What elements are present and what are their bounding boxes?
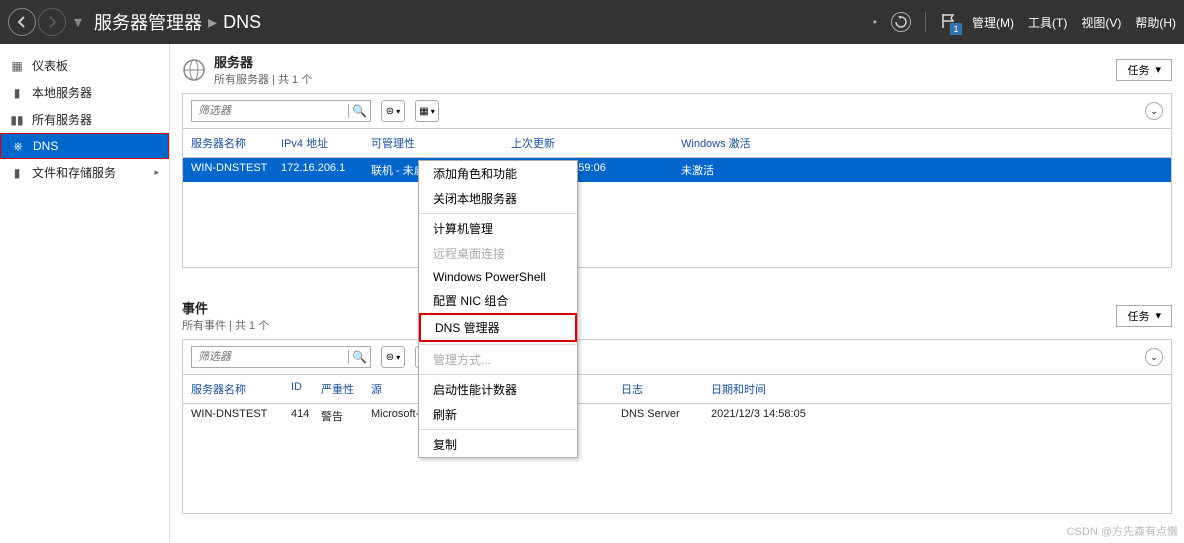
events-grid-body: WIN-DNSTEST 414 警告 Microsoft-Windows-DNS…: [182, 404, 1172, 514]
ctx-remote-desktop: 远程桌面连接: [419, 241, 577, 266]
chevron-right-icon: ▸: [154, 167, 159, 178]
sidebar-item-dashboard[interactable]: ▦ 仪表板: [0, 52, 169, 79]
cell-ev-sev: 警告: [317, 408, 367, 424]
breadcrumb-app: 服务器管理器: [94, 9, 202, 35]
sidebar-item-label: 本地服务器: [32, 84, 92, 101]
sidebar-item-label: 所有服务器: [32, 111, 92, 128]
search-icon[interactable]: 🔍: [348, 350, 370, 364]
nav-back-button[interactable]: [8, 8, 36, 36]
watermark: CSDN @方先森有点懒: [1067, 523, 1178, 539]
cell-ev-dt: 2021/12/3 14:58:05: [707, 408, 857, 424]
ctx-refresh[interactable]: 刷新: [419, 402, 577, 427]
ctx-computer-mgmt[interactable]: 计算机管理: [419, 216, 577, 241]
sidebar-item-label: 文件和存储服务: [32, 164, 116, 181]
breadcrumb: 服务器管理器 ▸ DNS: [94, 9, 261, 35]
events-subtitle: 所有事件 | 共 1 个: [182, 317, 269, 333]
col-ev-dt[interactable]: 日期和时间: [707, 381, 857, 397]
col-ev-name[interactable]: 服务器名称: [187, 381, 287, 397]
breadcrumb-sep-icon: ▸: [208, 12, 217, 33]
ctx-separator: [419, 374, 577, 375]
dns-icon: ⎈: [11, 139, 25, 153]
cell-act: 未激活: [677, 162, 797, 178]
events-filter-bar: 🔍 ⊜▾ ▦▾ ⌄: [182, 339, 1172, 375]
ctx-dns-manager[interactable]: DNS 管理器: [419, 313, 577, 342]
dash-icon: •: [873, 15, 877, 29]
server-icon: ▮: [10, 86, 24, 100]
col-ev-id[interactable]: ID: [287, 381, 317, 397]
breadcrumb-page: DNS: [223, 12, 261, 33]
ctx-shutdown-local[interactable]: 关闭本地服务器: [419, 186, 577, 211]
collapse-panel-button[interactable]: ⌄: [1145, 348, 1163, 366]
ctx-add-roles[interactable]: 添加角色和功能: [419, 161, 577, 186]
servers-icon: ▮▮: [10, 113, 24, 127]
servers-grid-header: 服务器名称 IPv4 地址 可管理性 上次更新 Windows 激活: [182, 129, 1172, 158]
ctx-start-perf-counters[interactable]: 启动性能计数器: [419, 377, 577, 402]
ctx-nic-teaming[interactable]: 配置 NIC 组合: [419, 288, 577, 313]
ctx-powershell[interactable]: Windows PowerShell: [419, 266, 577, 288]
nav-dropdown-icon[interactable]: ▾: [74, 12, 82, 32]
filter-options-button-1[interactable]: ⊜▾: [381, 100, 405, 122]
filter-options-button-2[interactable]: ▦▾: [415, 100, 439, 122]
servers-tasks-dropdown[interactable]: 任务▾: [1116, 59, 1172, 81]
events-panel-header: 事件 所有事件 | 共 1 个 任务▾: [182, 298, 1172, 333]
cell-name: WIN-DNSTEST: [187, 162, 277, 178]
col-last-update[interactable]: 上次更新: [507, 135, 677, 151]
events-tasks-dropdown[interactable]: 任务▾: [1116, 305, 1172, 327]
menu-manage[interactable]: 管理(M): [972, 14, 1014, 31]
col-manageability[interactable]: 可管理性: [367, 135, 507, 151]
col-ev-log[interactable]: 日志: [617, 381, 707, 397]
servers-subtitle: 所有服务器 | 共 1 个: [214, 71, 312, 87]
chevron-down-icon: ▾: [1155, 63, 1161, 76]
menu-view[interactable]: 视图(V): [1081, 14, 1121, 31]
col-ip[interactable]: IPv4 地址: [277, 135, 367, 151]
servers-filter-input[interactable]: [192, 105, 348, 117]
main-content: 服务器 所有服务器 | 共 1 个 任务▾ 🔍 ⊜▾ ▦▾ ⌄ 服务器名称 IP…: [170, 44, 1184, 543]
col-ev-sev[interactable]: 严重性: [317, 381, 367, 397]
sidebar-item-label: 仪表板: [32, 57, 68, 74]
cell-ip: 172.16.206.1: [277, 162, 367, 178]
refresh-button[interactable]: [891, 12, 911, 32]
cell-ev-log: DNS Server: [617, 408, 707, 424]
dashboard-icon: ▦: [10, 59, 24, 73]
events-title: 事件: [182, 298, 269, 317]
events-filter-input[interactable]: [192, 351, 348, 363]
event-row[interactable]: WIN-DNSTEST 414 警告 Microsoft-Windows-DNS…: [183, 404, 1171, 428]
storage-icon: ▮: [10, 166, 24, 180]
cell-ev-name: WIN-DNSTEST: [187, 408, 287, 424]
search-icon[interactable]: 🔍: [348, 104, 370, 118]
server-row[interactable]: WIN-DNSTEST 172.16.206.1 联机 - 未启动性能计数器 2…: [183, 158, 1171, 182]
sidebar-item-dns[interactable]: ⎈ DNS: [0, 133, 169, 159]
context-menu: 添加角色和功能 关闭本地服务器 计算机管理 远程桌面连接 Windows Pow…: [418, 160, 578, 458]
sidebar-item-label: DNS: [33, 139, 58, 153]
sidebar: ▦ 仪表板 ▮ 本地服务器 ▮▮ 所有服务器 ⎈ DNS ▮ 文件和存储服务 ▸: [0, 44, 170, 543]
notifications-flag-icon[interactable]: [940, 13, 958, 31]
titlebar: ▾ 服务器管理器 ▸ DNS • 管理(M) 工具(T) 视图(V) 帮助(H): [0, 0, 1184, 44]
globe-icon: [182, 58, 206, 82]
servers-grid-body: WIN-DNSTEST 172.16.206.1 联机 - 未启动性能计数器 2…: [182, 158, 1172, 268]
ctx-separator: [419, 344, 577, 345]
ctx-separator: [419, 429, 577, 430]
servers-filter-bar: 🔍 ⊜▾ ▦▾ ⌄: [182, 93, 1172, 129]
events-grid-header: 服务器名称 ID 严重性 源 日志 日期和时间: [182, 375, 1172, 404]
servers-filter-box: 🔍: [191, 100, 371, 122]
servers-title: 服务器: [214, 52, 312, 71]
sidebar-item-all-servers[interactable]: ▮▮ 所有服务器: [0, 106, 169, 133]
separator: [925, 12, 926, 32]
filter-options-button-3[interactable]: ⊜▾: [381, 346, 405, 368]
ctx-manage-as: 管理方式...: [419, 347, 577, 372]
cell-ev-id: 414: [287, 408, 317, 424]
nav-forward-button: [38, 8, 66, 36]
menu-help[interactable]: 帮助(H): [1135, 14, 1176, 31]
sidebar-item-file-storage[interactable]: ▮ 文件和存储服务 ▸: [0, 159, 169, 186]
ctx-copy[interactable]: 复制: [419, 432, 577, 457]
servers-panel-header: 服务器 所有服务器 | 共 1 个 任务▾: [182, 52, 1172, 87]
events-filter-box: 🔍: [191, 346, 371, 368]
chevron-down-icon: ▾: [1155, 309, 1161, 322]
menu-tools[interactable]: 工具(T): [1028, 14, 1067, 31]
col-server-name[interactable]: 服务器名称: [187, 135, 277, 151]
sidebar-item-local-server[interactable]: ▮ 本地服务器: [0, 79, 169, 106]
ctx-separator: [419, 213, 577, 214]
collapse-panel-button[interactable]: ⌄: [1145, 102, 1163, 120]
col-activation[interactable]: Windows 激活: [677, 135, 797, 151]
